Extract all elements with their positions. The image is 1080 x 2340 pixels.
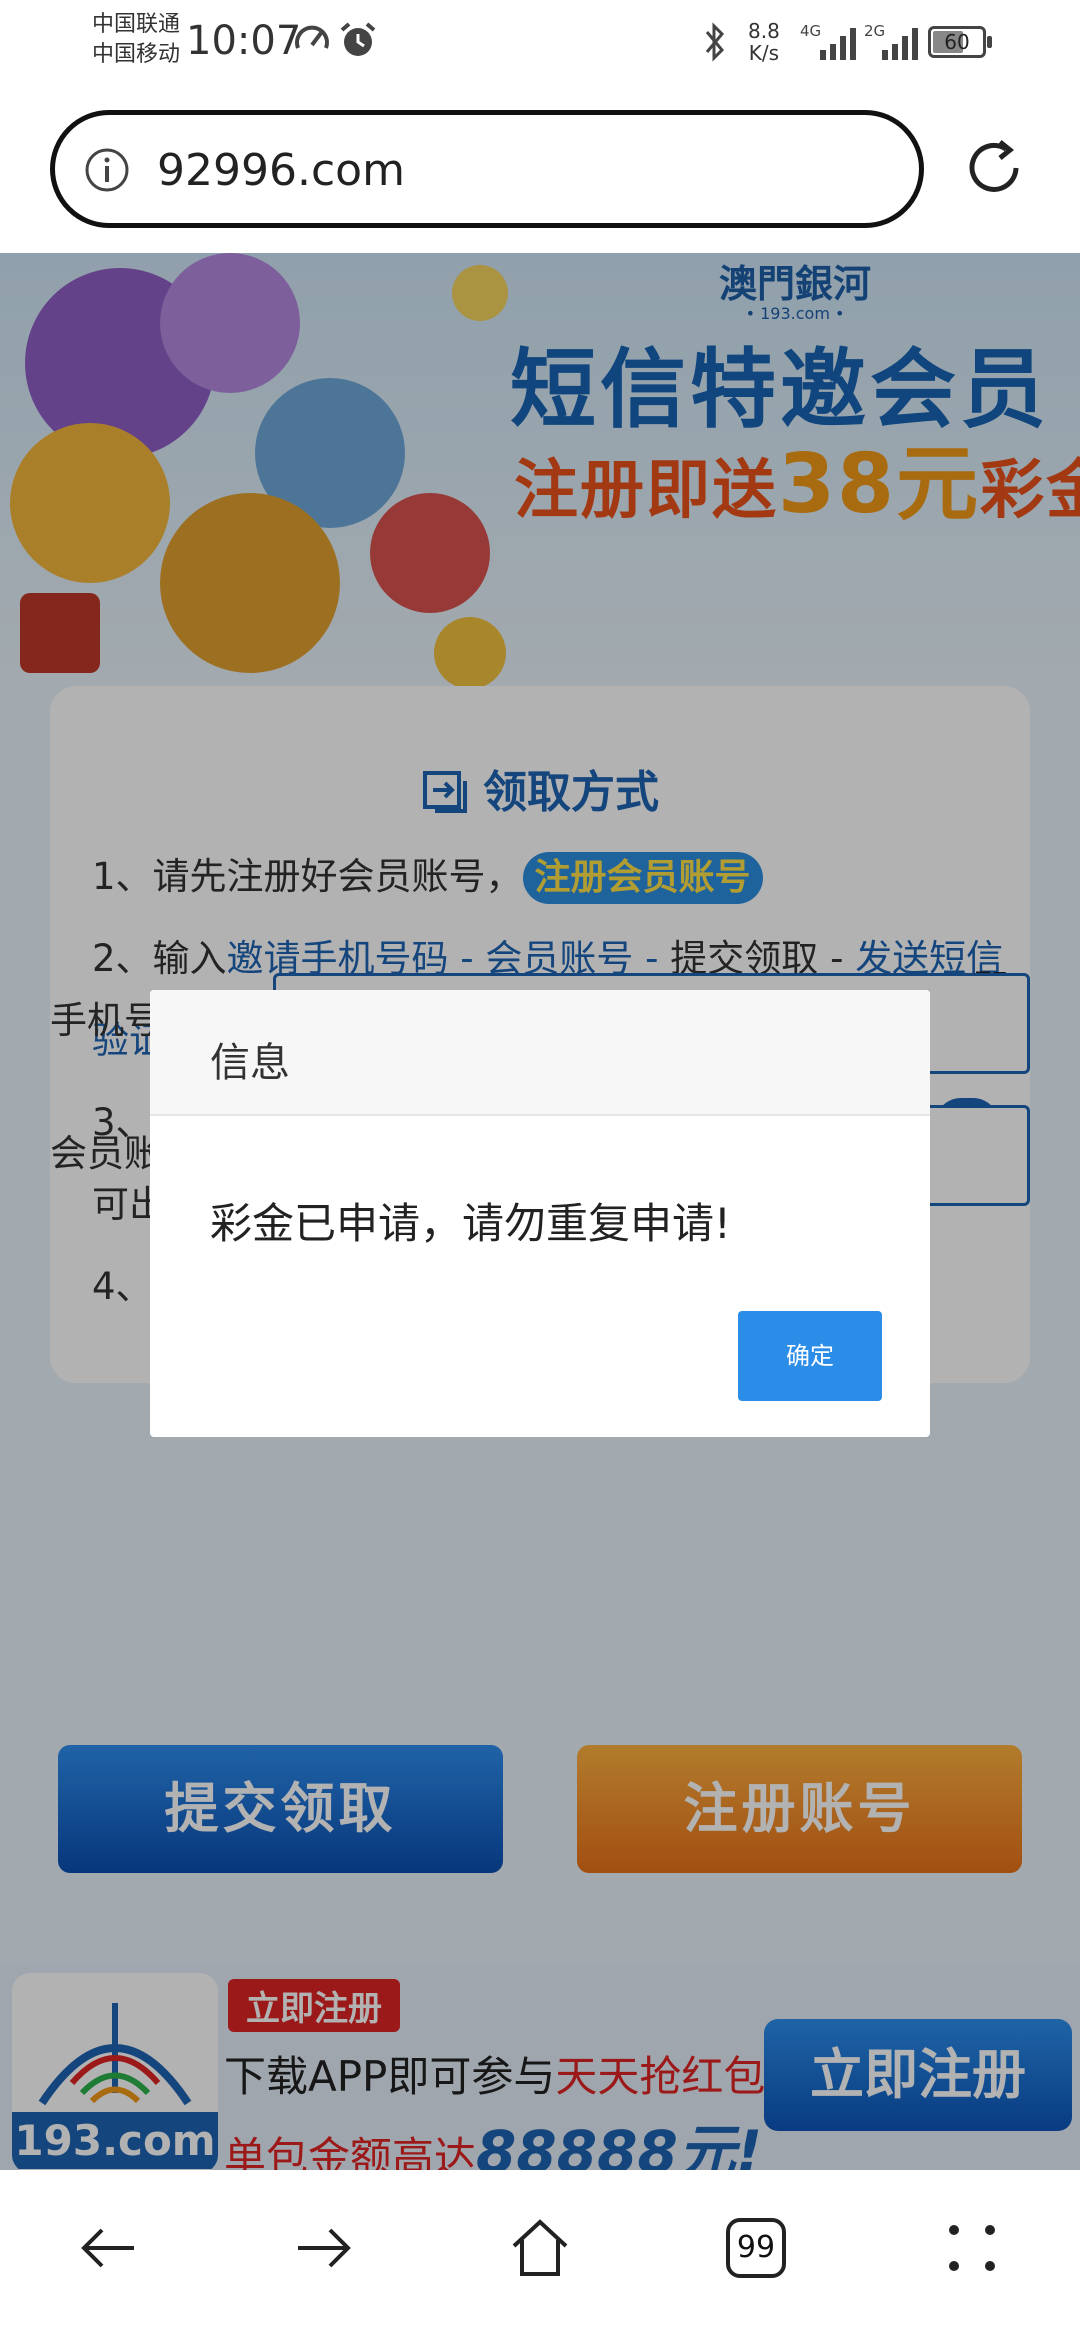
back-arrow-icon[interactable] <box>76 2216 140 2280</box>
battery-icon: 60 <box>928 26 992 58</box>
dialog-title: 信息 <box>210 1040 290 1086</box>
tabs-icon[interactable]: 99 <box>724 2216 788 2280</box>
url-field[interactable]: 92996.com <box>50 110 924 228</box>
url-text[interactable]: 92996.com <box>157 145 405 196</box>
network-type-2: 2G <box>864 22 886 40</box>
reload-icon[interactable] <box>962 136 1026 200</box>
tabs-count: 99 <box>736 2230 776 2265</box>
carrier-labels: 中国联通 中国移动 <box>92 10 180 70</box>
carrier-1: 中国联通 <box>92 12 181 37</box>
info-dialog: 信息 彩金已申请，请勿重复申请! 确定 <box>150 990 930 1437</box>
home-icon[interactable] <box>508 2216 572 2280</box>
speedometer-icon <box>295 25 329 49</box>
network-type-1: 4G <box>800 22 822 40</box>
speed-value: 8.8 <box>748 19 780 43</box>
speed-unit: K/s <box>748 41 780 65</box>
more-icon[interactable] <box>940 2216 1004 2280</box>
browser-nav-bar: 99 <box>0 2170 1080 2340</box>
battery-level: 60 <box>944 30 970 54</box>
dialog-message: 彩金已申请，请勿重复申请! <box>210 1199 731 1248</box>
status-bar: 中国联通 中国移动 10:07 8.8 K/s 4G 2G 60 <box>0 0 1080 90</box>
bluetooth-icon <box>705 22 725 62</box>
dialog-ok-button[interactable]: 确定 <box>738 1311 882 1401</box>
address-bar: 92996.com <box>0 90 1080 253</box>
alarm-icon <box>340 22 376 56</box>
forward-arrow-icon[interactable] <box>292 2216 356 2280</box>
dialog-header: 信息 <box>150 990 930 1116</box>
carrier-2: 中国移动 <box>92 42 181 67</box>
status-time: 10:07 <box>186 18 302 64</box>
info-icon[interactable] <box>83 146 131 194</box>
network-speed: 8.8 K/s <box>748 20 780 64</box>
